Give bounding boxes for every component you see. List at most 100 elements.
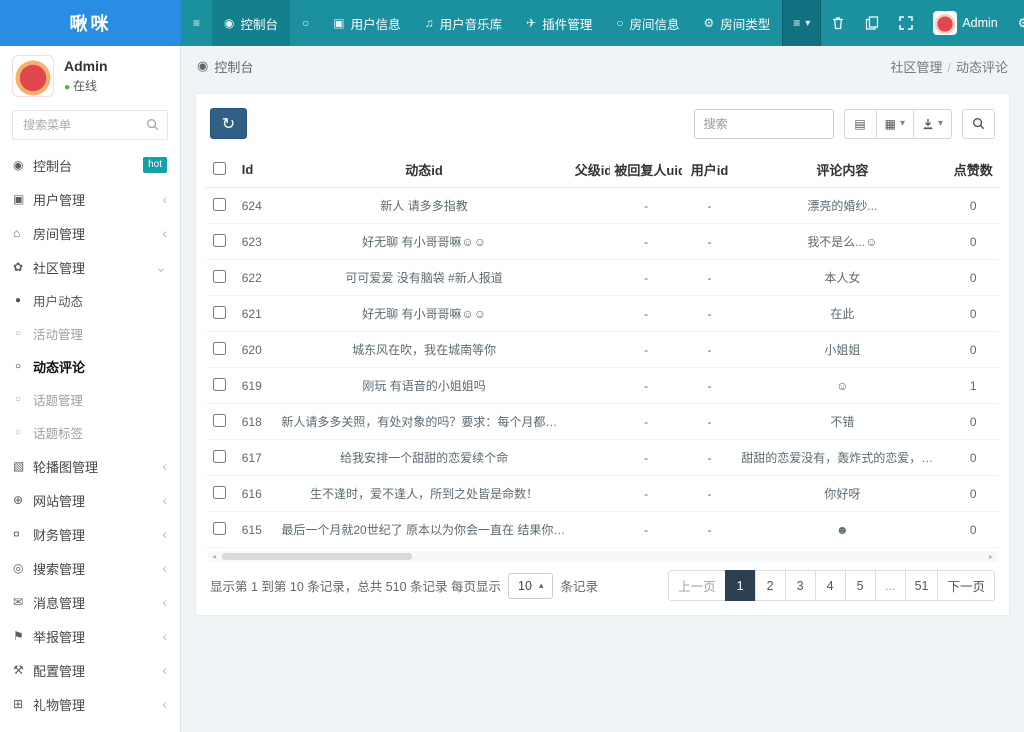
sidebar-toggle-button[interactable]: ≡ [181,0,212,46]
row-checkbox[interactable] [213,414,226,427]
pagination-ellipsis: ... [875,570,906,601]
columns-visibility-button[interactable]: ▦ ▾ [876,109,914,139]
pagination-page-4[interactable]: 4 [815,570,846,601]
header-user-id[interactable]: 用户id [682,152,738,188]
tab-plugins[interactable]: ✈ 插件管理 [514,0,604,46]
cell-comment: 甜甜的恋爱没有，轰炸式的恋爱，你要吗？ [737,440,947,476]
tab-user-music[interactable]: ♫ 用户音乐库 [413,0,515,46]
header-likes[interactable]: 点赞数 [947,152,999,188]
select-all-checkbox[interactable] [213,162,226,175]
sidebar-item-message-mgmt[interactable]: ✉ 消息管理 ‹ [0,585,180,619]
flag-icon: ⚑ [13,629,33,643]
sidebar-item-post-comments[interactable]: ○ 动态评论 [0,350,180,383]
rooms-icon: ⌂ [13,226,33,240]
cell-reply-uid: - [610,476,681,512]
pagination-page-5[interactable]: 5 [845,570,876,601]
pagination-prev-button: 上一页 [668,570,726,601]
row-checkbox[interactable] [213,450,226,463]
row-checkbox[interactable] [213,270,226,283]
admin-menu-button[interactable]: Admin [923,0,1007,46]
row-checkbox[interactable] [213,486,226,499]
sidebar-item-carousel-mgmt[interactable]: ▧ 轮播图管理 ‹ [0,449,180,483]
tab-user-info[interactable]: ▣ 用户信息 [321,0,412,46]
user-icon: ▣ [333,16,344,30]
refresh-button[interactable]: ↻ [210,108,247,139]
toolbar-right: ▤ ▦ ▾ ▾ [694,109,995,139]
sidebar-item-room-mgmt[interactable]: ⌂ 房间管理 ‹ [0,216,180,250]
list-icon: ≡ [793,16,800,30]
clear-cache-button[interactable] [821,0,855,46]
sidebar-item-user-posts[interactable]: ● 用户动态 [0,284,180,317]
admin-avatar [933,11,957,35]
tab-room-info[interactable]: ○ 房间信息 [604,0,691,46]
fullscreen-button[interactable] [889,0,923,46]
header-parent-id[interactable]: 父级id [571,152,611,188]
toolbar-button-group: ▤ ▦ ▾ ▾ [844,109,952,139]
sidebar-item-search-mgmt[interactable]: ◎ 搜索管理 ‹ [0,551,180,585]
header-reply-uid[interactable]: 被回复人uid [610,152,681,188]
pagination-next-button[interactable]: 下一页 [937,570,995,601]
table-row: 617 给我安排一个甜甜的恋爱续个命 - - 甜甜的恋爱没有，轰炸式的恋爱，你要… [206,440,999,476]
sidebar-item-user-mgmt[interactable]: ▣ 用户管理 ‹ [0,182,180,216]
row-checkbox[interactable] [213,306,226,319]
common-search-toggle-button[interactable]: ▤ [844,109,877,139]
table-footer: 显示第 1 到第 10 条记录，总共 510 条记录 每页显示 10 ▴ 条记录… [210,570,995,601]
row-checkbox[interactable] [213,378,226,391]
tab-dashboard[interactable]: ◉ 控制台 [212,0,290,46]
breadcrumb-dashboard-link[interactable]: ◉ 控制台 [197,57,253,76]
menu-search-input[interactable] [12,110,168,140]
panel-icon: ▤ [854,117,865,131]
row-checkbox[interactable] [213,234,226,247]
sidebar-item-config-mgmt[interactable]: ⚒ 配置管理 ‹ [0,653,180,687]
row-checkbox[interactable] [213,198,226,211]
pagination-page-3[interactable]: 3 [785,570,816,601]
tab-room-type[interactable]: ⚙ 房间类型 [691,0,782,46]
wrench-icon: ⚒ [13,663,33,677]
cell-reply-uid: - [610,404,681,440]
pagination-page-2[interactable]: 2 [755,570,786,601]
chevron-collapsed-icon: ‹ [162,560,167,576]
table-search-input[interactable] [694,109,834,139]
sidebar-item-dashboard[interactable]: ◉ 控制台 hot [0,148,180,182]
cell-post: 新人 请多多指教 [277,188,570,224]
sidebar-item-site-mgmt[interactable]: ⊕ 网站管理 ‹ [0,483,180,517]
chevron-collapsed-icon: ‹ [162,225,167,241]
tab-list-dropdown-button[interactable]: ≡ ▾ [782,0,821,46]
dashboard-icon: ◉ [13,158,33,172]
sidebar-item-activity-mgmt[interactable]: ○ 活动管理 [0,317,180,350]
header-post-id[interactable]: 动态id [277,152,570,188]
chevron-collapsed-icon: ‹ [162,458,167,474]
comments-table: Id 动态id 父级id 被回复人uid 用户id 评论内容 点赞数 624 新… [206,152,999,548]
horizontal-scrollbar[interactable]: ◂ ▸ [208,551,997,562]
header-comment[interactable]: 评论内容 [737,152,947,188]
sidebar-item-goods-mgmt[interactable]: ▥ 物品管理 ‹ [0,721,180,732]
app-window: 啾咪 ≡ ◉ 控制台 ○ ▣ 用户信息 ♫ 用户音乐库 ✈ 插件管理 [0,0,1024,732]
sidebar-item-report-mgmt[interactable]: ⚑ 举报管理 ‹ [0,619,180,653]
export-button[interactable]: ▾ [913,109,952,139]
scroll-left-arrow-icon[interactable]: ◂ [208,551,220,562]
settings-button[interactable]: ⚙ [1008,0,1024,46]
search-toggle-button[interactable] [962,109,995,139]
scrollbar-thumb[interactable] [222,553,412,560]
cell-likes: 0 [947,440,999,476]
tab-label: 插件管理 [542,14,592,33]
scroll-right-arrow-icon[interactable]: ▸ [985,551,997,562]
search-icon: ◎ [13,561,33,575]
cell-likes: 0 [947,512,999,548]
sidebar-item-topic-tags[interactable]: ○ 话题标签 [0,416,180,449]
sidebar-item-finance-mgmt[interactable]: ¤ 财务管理 ‹ [0,517,180,551]
row-checkbox[interactable] [213,522,226,535]
cell-likes: 0 [947,404,999,440]
tab-untitled[interactable]: ○ [290,0,321,46]
caret-up-icon: ▴ [539,580,544,591]
pagination-page-1[interactable]: 1 [725,570,756,601]
pagination-page-51[interactable]: 51 [905,570,939,601]
header-id[interactable]: Id [234,152,278,188]
per-page-select[interactable]: 10 ▴ [508,573,553,599]
sidebar-item-gift-mgmt[interactable]: ⊞ 礼物管理 ‹ [0,687,180,721]
sidebar-item-community-mgmt[interactable]: ✿ 社区管理 ⌄ [0,250,180,284]
wipe-all-cache-button[interactable] [855,0,889,46]
sidebar-item-topic-mgmt[interactable]: ○ 话题管理 [0,383,180,416]
row-checkbox[interactable] [213,342,226,355]
main-content: ◉ 控制台 社区管理/动态评论 ↻ ▤ [181,46,1024,732]
